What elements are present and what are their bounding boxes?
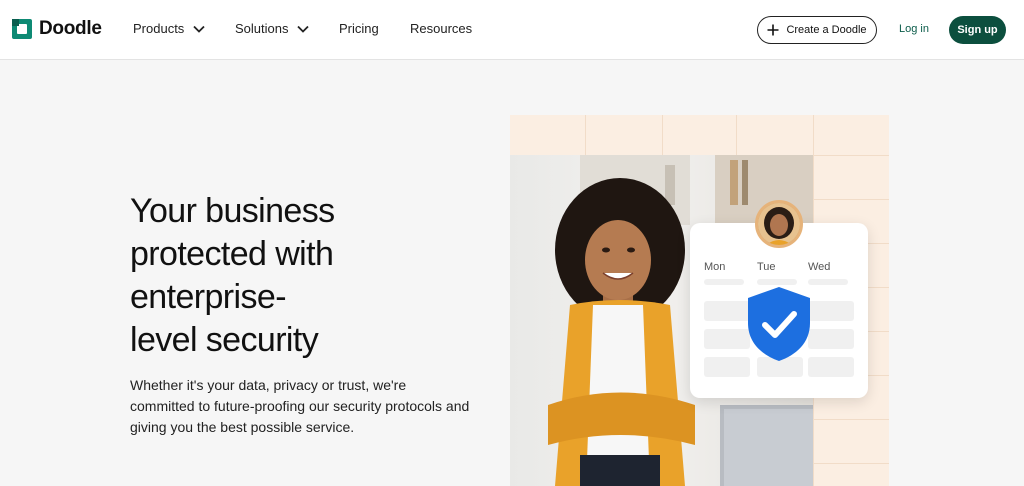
nav-products[interactable]: Products xyxy=(133,21,206,36)
hero-title-line: enterprise- xyxy=(130,278,287,316)
day-label: Tue xyxy=(757,261,776,273)
nav-products-label: Products xyxy=(133,21,185,36)
plus-icon xyxy=(767,24,779,36)
day-label: Mon xyxy=(704,261,726,273)
nav-solutions[interactable]: Solutions xyxy=(235,21,310,36)
hero-description: Whether it's your data, privacy or trust… xyxy=(130,377,470,435)
hero-title: Your business protected with enterprise-… xyxy=(130,190,450,362)
calendar-card: Mon Tue Wed xyxy=(690,200,868,398)
site-header: Doodle Products Solutions Pricing Resour… xyxy=(0,0,1024,60)
shield-check-icon xyxy=(748,287,810,361)
create-doodle-button[interactable]: Create a Doodle xyxy=(757,16,877,44)
chevron-down-icon xyxy=(193,25,205,33)
nav-resources-label: Resources xyxy=(410,21,473,36)
doodle-logo[interactable]: Doodle xyxy=(12,18,102,40)
nav-resources[interactable]: Resources xyxy=(410,21,472,36)
nav-pricing-label: Pricing xyxy=(339,21,379,36)
signup-button[interactable]: Sign up xyxy=(949,16,1006,44)
nav-solutions-label: Solutions xyxy=(235,21,289,36)
create-doodle-label: Create a Doodle xyxy=(786,24,867,36)
day-label: Wed xyxy=(808,261,831,273)
logo-text: Doodle xyxy=(39,18,102,39)
hero-title-line: Your business xyxy=(130,192,335,230)
doodle-logo-icon xyxy=(12,19,32,39)
hero-illustration: Mon Tue Wed xyxy=(510,115,889,486)
hero-title-line: protected with xyxy=(130,235,334,273)
login-link[interactable]: Log in xyxy=(899,23,929,35)
nav-pricing[interactable]: Pricing xyxy=(339,21,379,36)
avatar xyxy=(755,200,803,248)
hero-title-line: level security xyxy=(130,321,319,359)
chevron-down-icon xyxy=(297,25,310,33)
